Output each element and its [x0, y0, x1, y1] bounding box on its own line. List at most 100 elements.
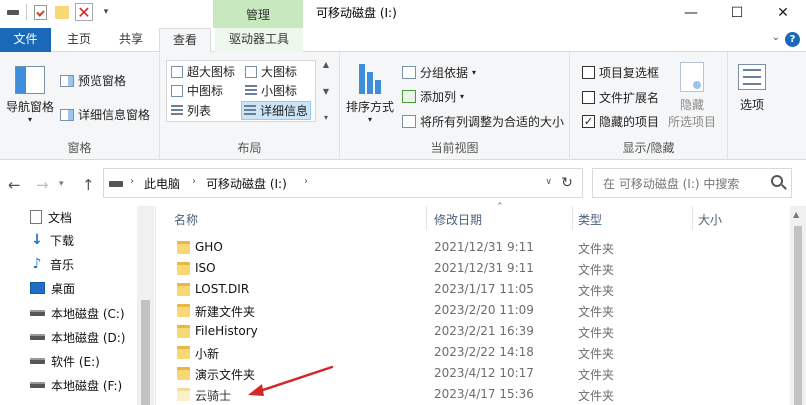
- tab-file[interactable]: 文件: [0, 28, 51, 52]
- nav-item-drive-d[interactable]: 本地磁盘 (D:): [30, 326, 125, 348]
- help-icon[interactable]: ?: [785, 32, 800, 47]
- sort-by-button[interactable]: 排序方式 ▾: [346, 62, 394, 124]
- chevron-right-icon[interactable]: ›: [130, 176, 134, 187]
- forward-arrow-icon[interactable]: →: [36, 176, 49, 194]
- tab-view[interactable]: 查看: [159, 28, 211, 53]
- hide-selected-items-button[interactable]: 隐藏 所选项目: [668, 62, 716, 130]
- table-row[interactable]: LOST.DIR 2023/1/17 11:05 文件夹: [156, 279, 790, 300]
- new-folder-icon[interactable]: [53, 2, 71, 22]
- column-divider[interactable]: [572, 206, 573, 230]
- sort-icon: [356, 62, 384, 94]
- search-input[interactable]: 在 可移动磁盘 (I:) 中搜索: [592, 168, 792, 198]
- nav-item-drive-c[interactable]: 本地磁盘 (C:): [30, 302, 125, 324]
- tab-manage[interactable]: 管理: [213, 0, 303, 28]
- nav-item-drive-f[interactable]: 本地磁盘 (F:): [30, 374, 122, 396]
- chevron-right-icon[interactable]: ›: [192, 176, 196, 187]
- table-row-hidden-folder[interactable]: 云骑士 2023/4/17 15:36 文件夹: [156, 384, 790, 405]
- window-controls: — ☐ ✕: [668, 0, 806, 25]
- file-extensions-toggle[interactable]: 文件扩展名: [582, 89, 659, 106]
- table-row[interactable]: ISO 2021/12/31 9:11 文件夹: [156, 258, 790, 279]
- ribbon-group-label: 布局: [237, 141, 262, 155]
- file-list-scroll-thumb[interactable]: [794, 226, 802, 405]
- table-row[interactable]: 小新 2023/2/22 14:18 文件夹: [156, 342, 790, 363]
- column-header-modified[interactable]: 修改日期: [434, 211, 482, 228]
- chevron-right-icon[interactable]: ›: [304, 176, 308, 187]
- chevron-down-icon[interactable]: ▼: [323, 87, 329, 96]
- hidden-items-checkbox[interactable]: ✓: [582, 115, 595, 128]
- download-icon: ↓: [31, 232, 43, 248]
- item-checkboxes-toggle[interactable]: 项目复选框: [582, 64, 659, 81]
- details-pane-button[interactable]: 详细信息窗格: [60, 106, 150, 123]
- nav-pane-scrollbar[interactable]: [137, 206, 154, 405]
- up-arrow-icon[interactable]: ↑: [82, 176, 95, 194]
- table-row[interactable]: 新建文件夹 2023/2/20 11:09 文件夹: [156, 300, 790, 321]
- delete-icon[interactable]: ✕: [75, 2, 93, 22]
- drive-icon: [30, 358, 45, 364]
- add-column-button[interactable]: 添加列 ▾: [402, 88, 464, 105]
- back-arrow-icon[interactable]: ←: [8, 176, 21, 194]
- layout-medium-icons[interactable]: 中图标: [169, 81, 225, 100]
- table-row[interactable]: FileHistory 2023/2/21 16:39 文件夹: [156, 321, 790, 342]
- drive-icon[interactable]: [4, 2, 22, 22]
- search-icon[interactable]: [771, 175, 783, 187]
- breadcrumb-removable-disk[interactable]: 可移动磁盘 (I:): [206, 175, 287, 192]
- ribbon-group-show-hide: 项目复选框 文件扩展名 ✓ 隐藏的项目 隐藏 所选项目 显示/隐藏: [570, 52, 728, 160]
- layout-list[interactable]: 列表: [169, 101, 213, 120]
- nav-item-documents[interactable]: 文档: [30, 206, 72, 228]
- layout-small-icons[interactable]: 小图标: [243, 81, 299, 100]
- maximize-button[interactable]: ☐: [714, 0, 760, 25]
- ribbon-group-label: 显示/隐藏: [622, 141, 675, 155]
- preview-pane-button[interactable]: 预览窗格: [60, 72, 126, 89]
- recent-locations-chevron-icon[interactable]: ▾: [59, 179, 64, 189]
- ribbon-group-panes: 导航窗格 ▾ 预览窗格 详细信息窗格 窗格: [0, 52, 160, 160]
- folder-icon: [177, 262, 190, 275]
- fit-columns-button[interactable]: 将所有列调整为合适的大小: [402, 113, 564, 130]
- column-header-name[interactable]: 名称: [174, 211, 198, 228]
- file-list-scrollbar[interactable]: ▲: [790, 206, 806, 405]
- address-bar[interactable]: › 此电脑 › 可移动磁盘 (I:) › ∨ ↻: [103, 168, 583, 198]
- drive-icon: [30, 310, 45, 316]
- nav-item-downloads[interactable]: ↓ 下载: [30, 229, 74, 251]
- column-divider[interactable]: [692, 206, 693, 230]
- nav-item-music[interactable]: ♪ 音乐: [30, 253, 74, 275]
- customize-qat-chevron-icon[interactable]: ▾: [97, 2, 115, 22]
- hidden-items-toggle[interactable]: ✓ 隐藏的项目: [582, 113, 659, 130]
- refresh-icon[interactable]: ↻: [558, 172, 576, 194]
- layout-gallery-scroll[interactable]: ▲ ▼ ▾: [320, 60, 332, 122]
- music-icon: ♪: [32, 256, 42, 272]
- address-history-chevron-icon[interactable]: ∨: [545, 177, 552, 187]
- more-layouts-icon[interactable]: ▾: [324, 113, 328, 122]
- hidden-folder-icon: [177, 388, 190, 401]
- nav-pane-scroll-thumb[interactable]: [141, 300, 150, 405]
- nav-item-drive-e[interactable]: 软件 (E:): [30, 350, 100, 372]
- chevron-up-icon[interactable]: ▲: [793, 210, 799, 219]
- layout-extra-large-icons[interactable]: 超大图标: [169, 62, 237, 81]
- chevron-up-icon[interactable]: ▲: [323, 60, 329, 69]
- column-header-type[interactable]: 类型: [578, 211, 602, 228]
- group-by-icon: [402, 66, 416, 79]
- navigation-pane-button[interactable]: 导航窗格 ▾: [6, 66, 54, 124]
- tab-drive-tools[interactable]: 驱动器工具: [215, 28, 303, 52]
- minimize-button[interactable]: —: [668, 0, 714, 25]
- close-button[interactable]: ✕: [760, 0, 806, 25]
- column-divider[interactable]: [426, 206, 427, 230]
- hide-selected-icon: [680, 62, 704, 92]
- ribbon-collapse-chevron-icon[interactable]: ⌄: [772, 32, 780, 43]
- layout-details[interactable]: 详细信息: [241, 101, 312, 120]
- item-checkboxes-checkbox[interactable]: [582, 66, 595, 79]
- table-row[interactable]: GHO 2021/12/31 9:11 文件夹: [156, 237, 790, 258]
- breadcrumb-this-pc[interactable]: 此电脑: [144, 175, 180, 192]
- large-icons-icon: [245, 65, 257, 78]
- file-extensions-checkbox[interactable]: [582, 91, 595, 104]
- group-by-button[interactable]: 分组依据 ▾: [402, 64, 476, 81]
- properties-icon[interactable]: [31, 2, 49, 22]
- nav-item-desktop[interactable]: 桌面: [30, 277, 75, 299]
- medium-icons-icon: [171, 84, 183, 97]
- column-header-size[interactable]: 大小: [698, 211, 722, 228]
- table-row[interactable]: 演示文件夹 2023/4/12 10:17 文件夹: [156, 363, 790, 384]
- tab-home[interactable]: 主页: [55, 28, 103, 52]
- layout-large-icons[interactable]: 大图标: [243, 62, 299, 81]
- tab-share[interactable]: 共享: [107, 28, 155, 52]
- options-button[interactable]: 选项: [738, 64, 766, 113]
- details-pane-icon: [60, 108, 74, 121]
